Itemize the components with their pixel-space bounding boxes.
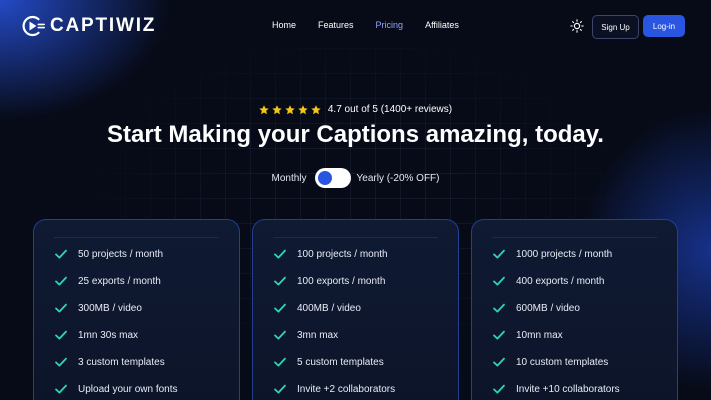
- feature-text: 5 custom templates: [297, 356, 384, 368]
- toggle-knob: [317, 171, 332, 185]
- check-icon: [55, 384, 67, 394]
- feature-item: 5 custom templates: [273, 355, 384, 369]
- billing-toggle-row: Monthly Yearly (-20% OFF): [0, 168, 711, 188]
- check-icon: [55, 357, 67, 367]
- feature-text: 400 exports / month: [516, 275, 605, 287]
- feature-text: 400MB / video: [297, 302, 361, 314]
- feature-item: Upload your own fonts: [54, 382, 178, 396]
- card-divider: [273, 237, 438, 238]
- star-icon: [259, 104, 269, 114]
- feature-item: 600MB / video: [492, 301, 580, 315]
- feature-text: 25 exports / month: [78, 275, 161, 287]
- check-icon: [55, 249, 67, 259]
- feature-text: 10mn max: [516, 329, 563, 341]
- star-icon: [298, 104, 308, 114]
- billing-period-toggle[interactable]: [314, 168, 351, 188]
- feature-item: Invite +10 collaborators: [492, 382, 620, 396]
- check-icon: [274, 303, 286, 313]
- check-icon: [493, 276, 505, 286]
- star-icon: [285, 104, 295, 114]
- feature-item: 50 projects / month: [54, 247, 163, 261]
- feature-item: 10mn max: [492, 328, 563, 342]
- check-icon: [493, 303, 505, 313]
- plan-card-1: 50 projects / month 25 exports / month 3…: [33, 219, 240, 400]
- feature-item: 1mn 30s max: [54, 328, 138, 342]
- check-icon: [274, 384, 286, 394]
- play-captions-icon: [22, 15, 45, 37]
- feature-text: 1000 projects / month: [516, 248, 613, 260]
- star-rating: [259, 104, 324, 115]
- sign-up-button[interactable]: Sign Up: [592, 15, 639, 39]
- nav-pricing[interactable]: Pricing: [376, 20, 404, 30]
- plan-card-3: 1000 projects / month 400 exports / mont…: [471, 219, 678, 400]
- check-icon: [274, 357, 286, 367]
- main-nav: Home Features Pricing Affiliates: [272, 20, 481, 30]
- rating-summary: 4.7 out of 5 (1400+ reviews): [327, 104, 453, 115]
- nav-features[interactable]: Features: [318, 20, 354, 30]
- feature-text: Upload your own fonts: [78, 383, 178, 395]
- feature-text: 10 custom templates: [516, 356, 609, 368]
- check-icon: [274, 330, 286, 340]
- check-icon: [274, 276, 286, 286]
- brand-name: CAPTIWIZ: [50, 15, 157, 36]
- check-icon: [493, 384, 505, 394]
- feature-text: 3mn max: [297, 329, 339, 341]
- nav-affiliates[interactable]: Affiliates: [425, 20, 459, 30]
- feature-item: 25 exports / month: [54, 274, 161, 288]
- sun-icon[interactable]: [570, 19, 584, 33]
- plan-card-2: 100 projects / month 100 exports / month…: [252, 219, 459, 400]
- feature-item: 1000 projects / month: [492, 247, 612, 261]
- star-icon: [272, 104, 282, 114]
- monthly-label[interactable]: Monthly: [272, 173, 307, 184]
- feature-item: 100 projects / month: [273, 247, 388, 261]
- feature-text: Invite +2 collaborators: [297, 383, 396, 395]
- pricing-page: CAPTIWIZ Home Features Pricing Affiliate…: [0, 0, 711, 400]
- feature-item: 10 custom templates: [492, 355, 608, 369]
- check-icon: [55, 276, 67, 286]
- top-nav-bar: CAPTIWIZ Home Features Pricing Affiliate…: [0, 0, 711, 52]
- feature-text: 300MB / video: [78, 302, 142, 314]
- check-icon: [55, 303, 67, 313]
- feature-text: 600MB / video: [516, 302, 580, 314]
- log-in-button[interactable]: Log-in: [643, 15, 685, 37]
- feature-text: 50 projects / month: [78, 248, 164, 260]
- feature-item: 300MB / video: [54, 301, 142, 315]
- brand-logo[interactable]: CAPTIWIZ: [22, 15, 156, 37]
- feature-item: 400MB / video: [273, 301, 361, 315]
- feature-text: 1mn 30s max: [78, 329, 139, 341]
- yearly-label[interactable]: Yearly (-20% OFF): [357, 173, 440, 184]
- feature-item: 400 exports / month: [492, 274, 604, 288]
- check-icon: [493, 330, 505, 340]
- check-icon: [274, 249, 286, 259]
- star-icon: [311, 104, 321, 114]
- feature-item: 100 exports / month: [273, 274, 385, 288]
- feature-text: 3 custom templates: [78, 356, 165, 368]
- feature-item: Invite +2 collaborators: [273, 382, 395, 396]
- feature-text: 100 exports / month: [297, 275, 386, 287]
- feature-text: 100 projects / month: [297, 248, 388, 260]
- page-headline: Start Making your Captions amazing, toda…: [107, 121, 604, 148]
- nav-home[interactable]: Home: [272, 20, 296, 30]
- feature-item: 3mn max: [273, 328, 338, 342]
- check-icon: [493, 249, 505, 259]
- check-icon: [55, 330, 67, 340]
- card-divider: [54, 237, 219, 238]
- card-divider: [492, 237, 657, 238]
- feature-item: 3 custom templates: [54, 355, 165, 369]
- feature-text: Invite +10 collaborators: [516, 383, 620, 395]
- rating-row: 4.7 out of 5 (1400+ reviews): [0, 104, 711, 115]
- check-icon: [493, 357, 505, 367]
